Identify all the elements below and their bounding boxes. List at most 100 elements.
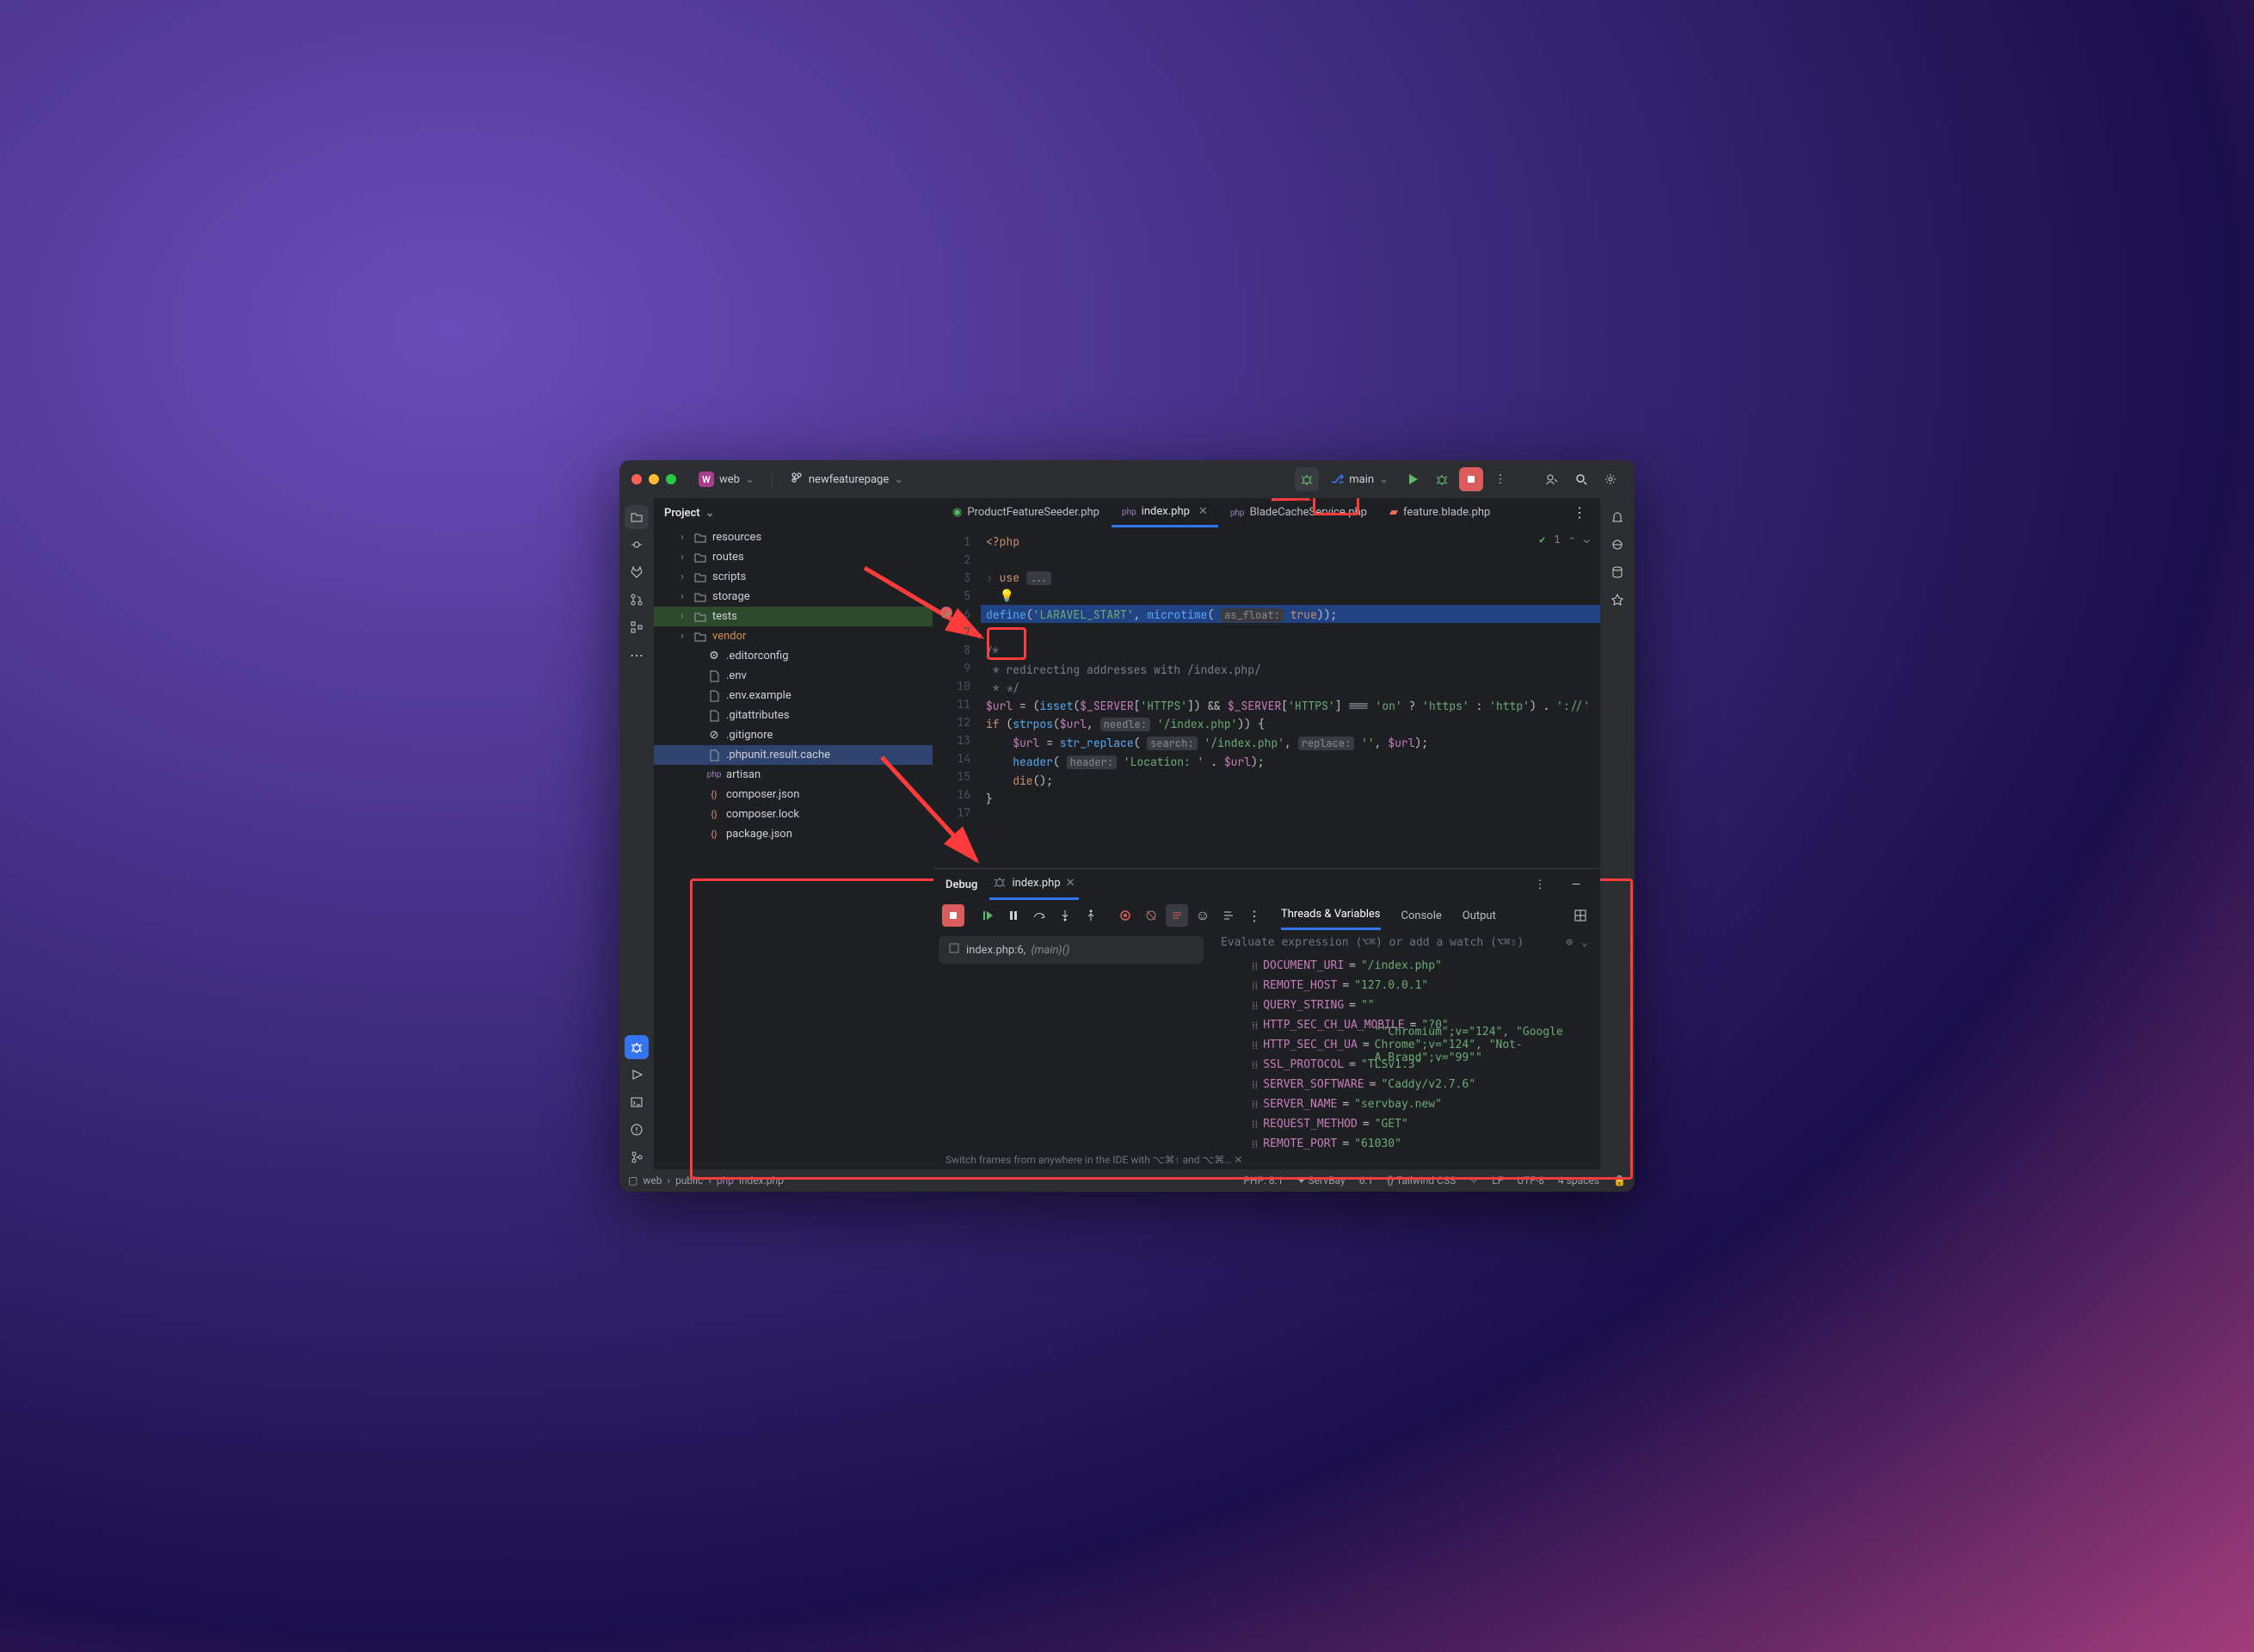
- code-line[interactable]: $url = str_replace( search: '/index.php'…: [981, 734, 1600, 753]
- commit-tool-icon[interactable]: [625, 533, 649, 557]
- mute-breakpoints-button[interactable]: [1140, 904, 1162, 927]
- database-icon[interactable]: [1605, 560, 1629, 584]
- code-line[interactable]: if (strpos($url, needle: '/index.php')) …: [981, 715, 1600, 734]
- problems-tool-icon[interactable]: [625, 1118, 649, 1142]
- code-line[interactable]: <?php: [981, 533, 1600, 551]
- variable-row[interactable]: ⁞⁞ REMOTE_PORT = "61030": [1252, 1134, 1600, 1154]
- tree-item-artisan[interactable]: phpartisan: [654, 765, 933, 785]
- layout-icon[interactable]: [1569, 904, 1592, 927]
- crumb[interactable]: web: [643, 1174, 662, 1187]
- close-tab-icon[interactable]: ✕: [1198, 505, 1208, 518]
- close-icon[interactable]: ✕: [1066, 877, 1075, 890]
- variable-row[interactable]: ⁞⁞ DOCUMENT_URI = "/index.php": [1252, 956, 1600, 976]
- pause-button[interactable]: [1002, 904, 1025, 927]
- evaluate-button[interactable]: [1166, 904, 1188, 927]
- more-tools-icon[interactable]: ⋯: [625, 643, 649, 667]
- minimize-panel-icon[interactable]: —: [1564, 872, 1588, 897]
- code-line[interactable]: define('LARAVEL_START', microtime( as_fl…: [981, 606, 1600, 625]
- variable-row[interactable]: ⁞⁞ REMOTE_HOST = "127.0.0.1": [1252, 976, 1600, 996]
- start-debug-listen-button[interactable]: [1295, 467, 1319, 491]
- project-header[interactable]: Project ⌄: [654, 498, 933, 527]
- tree-item-routes[interactable]: ›routes: [654, 547, 933, 567]
- tabs-more-icon[interactable]: ⋮: [1567, 501, 1592, 525]
- stop-button[interactable]: [1459, 467, 1483, 491]
- stop-debug-button[interactable]: [942, 904, 964, 927]
- gitlab-icon[interactable]: [625, 560, 649, 584]
- debug-tool-icon[interactable]: [625, 1035, 649, 1059]
- variable-row[interactable]: ⁞⁞ SERVER_SOFTWARE = "Caddy/v2.7.6": [1252, 1075, 1600, 1094]
- tree-item--gitignore[interactable]: ⊘.gitignore: [654, 725, 933, 745]
- variable-row[interactable]: ⁞⁞ SERVER_NAME = "servbay.new": [1252, 1094, 1600, 1114]
- tree-item-composer-json[interactable]: {}composer.json: [654, 785, 933, 804]
- debug-tab-threads-variables[interactable]: Threads & Variables: [1281, 901, 1381, 930]
- variable-row[interactable]: ⁞⁞ QUERY_STRING = "": [1252, 996, 1600, 1015]
- tree-item--gitattributes[interactable]: .gitattributes: [654, 706, 933, 725]
- evaluate-input[interactable]: Evaluate expression (⌥⌘) or add a watch …: [1209, 931, 1600, 954]
- code-line[interactable]: die();: [981, 772, 1600, 790]
- code-line[interactable]: $url = (isset($_SERVER['HTTPS']) && $_SE…: [981, 697, 1600, 715]
- pull-requests-icon[interactable]: [625, 588, 649, 612]
- debug-tab-output[interactable]: Output: [1463, 903, 1496, 929]
- tree-item-storage[interactable]: ›storage: [654, 587, 933, 607]
- project-selector[interactable]: W web ⌄: [692, 468, 761, 490]
- code-line[interactable]: [981, 625, 1600, 643]
- step-out-button[interactable]: [1080, 904, 1102, 927]
- vcs-tool-icon[interactable]: [625, 1145, 649, 1169]
- code-line[interactable]: }: [981, 790, 1600, 808]
- gutter[interactable]: 123567891011121314151617✔: [933, 527, 981, 868]
- chevron-up-icon[interactable]: ⌃: [1569, 533, 1575, 546]
- search-icon[interactable]: [1569, 467, 1593, 491]
- inspection-widget[interactable]: ✔1 ⌃ ⌄: [1539, 533, 1590, 546]
- code-line[interactable]: [981, 808, 1600, 826]
- structure-tool-icon[interactable]: [625, 615, 649, 639]
- caret-position[interactable]: 6:1: [1359, 1174, 1373, 1187]
- tailwind-status[interactable]: {} Tailwind CSS: [1387, 1174, 1456, 1187]
- tree-item--env[interactable]: .env: [654, 666, 933, 686]
- thread-settings-icon[interactable]: [1217, 904, 1240, 927]
- code-line[interactable]: › use ...: [981, 569, 1600, 588]
- indent-setting[interactable]: 4 spaces: [1558, 1174, 1599, 1187]
- add-watch-icon[interactable]: ⊕: [1566, 936, 1573, 949]
- breadcrumb[interactable]: ▢ web› public› php index.php: [628, 1174, 784, 1187]
- code-line[interactable]: 💡: [981, 588, 1600, 606]
- debug-tab-console[interactable]: Console: [1401, 903, 1442, 929]
- close-window[interactable]: [631, 474, 642, 484]
- tab-BladeCacheService-php[interactable]: phpBladeCacheService.php: [1220, 498, 1377, 527]
- smiley-icon[interactable]: ☺: [1192, 904, 1214, 927]
- variable-row[interactable]: ⁞⁞ HTTP_SEC_CH_UA = ""Chromium";v="124",…: [1252, 1035, 1600, 1055]
- tree-item-tests[interactable]: ›tests: [654, 607, 933, 626]
- branch-selector[interactable]: newfeaturepage ⌄: [783, 467, 910, 491]
- tab-index-php[interactable]: phpindex.php✕: [1112, 498, 1218, 527]
- debug-more-icon[interactable]: ⋮: [1528, 872, 1552, 897]
- tree-item--env-example[interactable]: .env.example: [654, 686, 933, 706]
- tree-item-resources[interactable]: ›resources: [654, 527, 933, 547]
- tree-item-vendor[interactable]: ›vendor: [654, 626, 933, 646]
- code-content[interactable]: <?php › use ... 💡define('LARAVEL_START',…: [981, 527, 1600, 868]
- copilot-icon[interactable]: ✧: [1469, 1174, 1478, 1187]
- settings-icon[interactable]: [1598, 467, 1623, 491]
- code-editor[interactable]: ✔1 ⌃ ⌄ 123567891011121314151617✔ <?php ›…: [933, 527, 1600, 868]
- more-actions-icon[interactable]: ⋮: [1488, 467, 1512, 491]
- encoding[interactable]: UTF-8: [1517, 1174, 1544, 1187]
- expand-icon[interactable]: ⌄: [1581, 936, 1588, 949]
- tree-item-package-json[interactable]: {}package.json: [654, 824, 933, 844]
- variable-row[interactable]: ⁞⁞ REQUEST_METHOD = "GET": [1252, 1114, 1600, 1134]
- variables-list[interactable]: ⁞⁞ DOCUMENT_URI = "/index.php"⁞⁞ REMOTE_…: [1209, 954, 1600, 1169]
- tab-ProductFeatureSeeder-php[interactable]: ◉ProductFeatureSeeder.php: [942, 498, 1110, 527]
- notifications-icon[interactable]: [1605, 505, 1629, 529]
- tab-feature-blade-php[interactable]: ▰feature.blade.php: [1379, 498, 1500, 527]
- crumb[interactable]: public: [675, 1174, 703, 1187]
- code-line[interactable]: * */: [981, 679, 1600, 697]
- ai-chat-icon[interactable]: [1605, 588, 1629, 612]
- services-tool-icon[interactable]: [625, 1063, 649, 1087]
- tree-item--phpunit-result-cache[interactable]: .phpunit.result.cache: [654, 745, 933, 765]
- resume-button[interactable]: [976, 904, 999, 927]
- stack-frame[interactable]: index.php:6, {main}(): [939, 936, 1204, 964]
- ai-assistant-icon[interactable]: [1605, 533, 1629, 557]
- code-line[interactable]: [981, 551, 1600, 569]
- tree-item--editorconfig[interactable]: ⚙.editorconfig: [654, 646, 933, 666]
- zoom-window[interactable]: [666, 474, 676, 484]
- tree-item-scripts[interactable]: ›scripts: [654, 567, 933, 587]
- run-button[interactable]: [1401, 467, 1425, 491]
- code-with-me-icon[interactable]: [1540, 467, 1564, 491]
